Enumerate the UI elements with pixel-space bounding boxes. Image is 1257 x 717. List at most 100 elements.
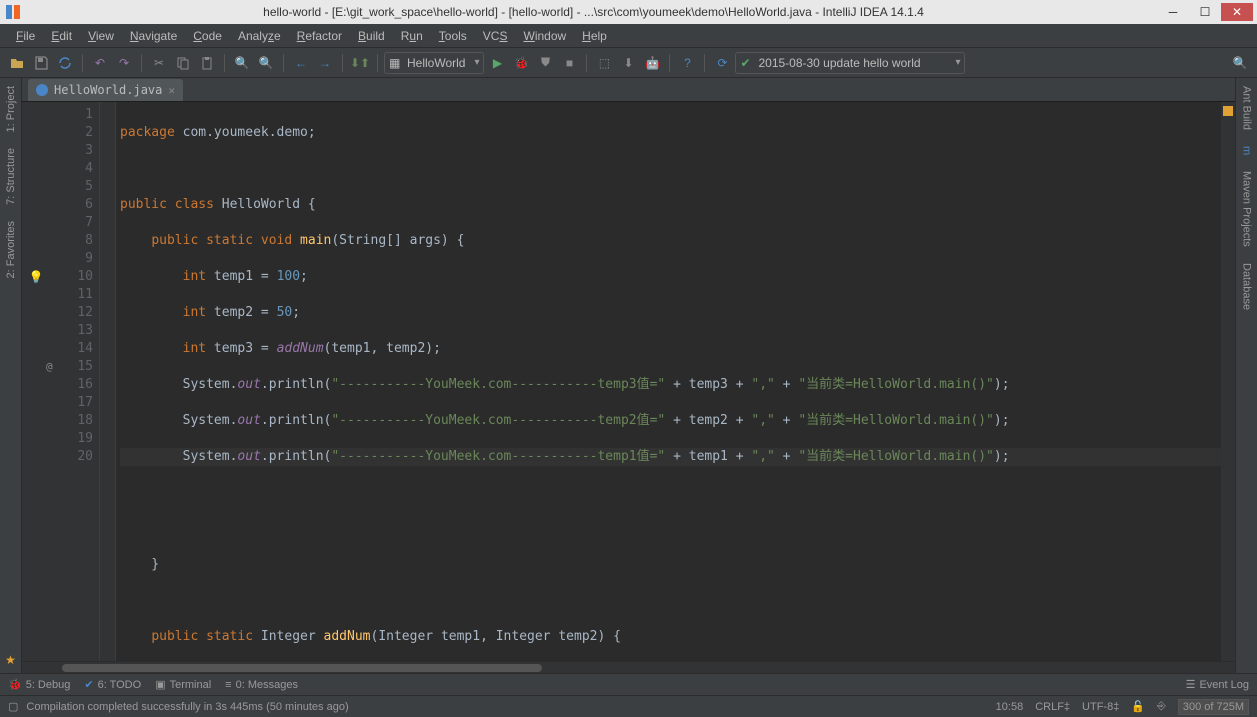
tool-todo[interactable]: ✔6: TODO	[84, 678, 141, 691]
menu-analyze[interactable]: Analyze	[230, 27, 289, 45]
stop-icon[interactable]: ■	[558, 52, 580, 74]
undo-icon[interactable]: ↶	[89, 52, 111, 74]
build-icon[interactable]: ⬇⬆	[349, 52, 371, 74]
line-number: 1	[50, 106, 93, 124]
run-config-icon: ▦	[389, 56, 400, 70]
open-icon[interactable]	[6, 52, 28, 74]
editor-tabs: HelloWorld.java ✕	[22, 78, 1235, 102]
intention-bulb-icon[interactable]: 💡	[22, 268, 50, 286]
line-number: 18	[50, 412, 93, 430]
tool-project[interactable]: 1: Project	[3, 78, 19, 140]
tool-terminal[interactable]: ▣Terminal	[155, 678, 211, 691]
code-editor[interactable]: package com.youmeek.demo; public class H…	[116, 102, 1221, 661]
menu-window[interactable]: Window	[515, 27, 574, 45]
tool-event-log[interactable]: ☰Event Log	[1186, 678, 1249, 691]
status-insert-icon[interactable]: ⎆	[1157, 700, 1166, 713]
replace-icon[interactable]: 🔍	[255, 52, 277, 74]
line-number: 10	[50, 268, 93, 286]
vcs-update-icon[interactable]: ⟳	[711, 52, 733, 74]
line-number: 4	[50, 160, 93, 178]
status-memory[interactable]: 300 of 725M	[1178, 699, 1249, 715]
minimize-button[interactable]: ─	[1157, 3, 1189, 21]
avd-icon[interactable]: ⬚	[593, 52, 615, 74]
menu-code[interactable]: Code	[185, 27, 230, 45]
separator	[377, 54, 378, 72]
menu-navigate[interactable]: Navigate	[122, 27, 185, 45]
right-tool-strip: Ant Build m Maven Projects Database	[1235, 78, 1257, 673]
android-icon[interactable]: 🤖	[641, 52, 663, 74]
editor-body: 💡 1 2 3 4 5 6 7 8 9 10 11 12 13 14 @15 1…	[22, 102, 1235, 661]
redo-icon[interactable]: ↷	[113, 52, 135, 74]
line-number: 11	[50, 286, 93, 304]
tool-favorites[interactable]: 2: Favorites	[3, 213, 19, 286]
line-number: 14	[50, 340, 93, 358]
line-number: 20	[50, 448, 93, 466]
copy-icon[interactable]	[172, 52, 194, 74]
status-lock-icon[interactable]: 🔓	[1131, 700, 1145, 713]
line-number: @15	[50, 358, 93, 376]
editor-tab[interactable]: HelloWorld.java ✕	[28, 79, 183, 101]
menu-edit[interactable]: Edit	[43, 27, 80, 45]
debug-icon[interactable]: 🐞	[510, 52, 532, 74]
line-gutter[interactable]: 1 2 3 4 5 6 7 8 9 10 11 12 13 14 @15 16 …	[50, 102, 100, 661]
menu-view[interactable]: View	[80, 27, 122, 45]
menu-tools[interactable]: Tools	[431, 27, 475, 45]
editor-region: HelloWorld.java ✕ 💡 1 2 3 4 5 6 7 8 9	[22, 78, 1235, 673]
status-bar: ▢ Compilation completed successfully in …	[0, 695, 1257, 717]
save-all-icon[interactable]	[30, 52, 52, 74]
error-stripe[interactable]	[1221, 102, 1235, 661]
line-number: 3	[50, 142, 93, 160]
help-icon[interactable]: ?	[676, 52, 698, 74]
tool-structure[interactable]: 7: Structure	[3, 140, 19, 213]
line-number: 13	[50, 322, 93, 340]
sdk-icon[interactable]: ⬇	[617, 52, 639, 74]
separator	[141, 54, 142, 72]
tool-database[interactable]: Database	[1239, 255, 1255, 318]
menu-build[interactable]: Build	[350, 27, 393, 45]
window-title: hello-world - [E:\git_work_space\hello-w…	[30, 5, 1157, 19]
run-icon[interactable]: ▶	[486, 52, 508, 74]
line-number: 17	[50, 394, 93, 412]
search-everywhere-icon[interactable]: 🔍	[1229, 52, 1251, 74]
coverage-icon[interactable]: ⛊	[534, 52, 556, 74]
menu-file[interactable]: File	[8, 27, 43, 45]
status-caret-position[interactable]: 10:58	[996, 701, 1024, 713]
menu-refactor[interactable]: Refactor	[289, 27, 350, 45]
back-icon[interactable]: ←	[290, 52, 312, 74]
run-config-combo[interactable]: ▦ HelloWorld	[384, 52, 484, 74]
tool-messages[interactable]: ≡0: Messages	[225, 679, 298, 691]
bottom-tool-strip: 🐞5: Debug ✔6: TODO ▣Terminal ≡0: Message…	[0, 673, 1257, 695]
menu-vcs[interactable]: VCS	[475, 27, 516, 45]
tool-maven[interactable]: m	[1239, 138, 1255, 163]
status-message: Compilation completed successfully in 3s…	[26, 701, 348, 713]
fold-column[interactable]	[100, 102, 116, 661]
status-tool-windows-icon[interactable]: ▢	[8, 700, 18, 713]
maximize-button[interactable]: ☐	[1189, 3, 1221, 21]
separator	[224, 54, 225, 72]
forward-icon[interactable]: →	[314, 52, 336, 74]
separator	[586, 54, 587, 72]
paste-icon[interactable]	[196, 52, 218, 74]
tab-filename: HelloWorld.java	[54, 83, 162, 97]
cut-icon[interactable]: ✂	[148, 52, 170, 74]
scrollbar-thumb[interactable]	[62, 664, 542, 672]
find-icon[interactable]: 🔍	[231, 52, 253, 74]
tool-debug[interactable]: 🐞5: Debug	[8, 678, 70, 691]
tool-maven-projects[interactable]: Maven Projects	[1239, 163, 1255, 255]
line-number: 12	[50, 304, 93, 322]
status-encoding[interactable]: UTF-8‡	[1082, 701, 1119, 713]
status-line-separator[interactable]: CRLF‡	[1035, 701, 1070, 713]
close-button[interactable]: ✕	[1221, 3, 1253, 21]
tab-close-icon[interactable]: ✕	[168, 84, 175, 97]
main-menu-bar: File Edit View Navigate Code Analyze Ref…	[0, 24, 1257, 48]
sync-icon[interactable]	[54, 52, 76, 74]
line-number: 9	[50, 250, 93, 268]
debug-icon: 🐞	[8, 678, 22, 691]
messages-icon: ≡	[225, 679, 231, 691]
horizontal-scrollbar[interactable]	[22, 661, 1235, 673]
vcs-commit-combo[interactable]: ✔ 2015-08-30 update hello world	[735, 52, 965, 74]
menu-run[interactable]: Run	[393, 27, 431, 45]
tool-ant-build[interactable]: Ant Build	[1239, 78, 1255, 138]
menu-help[interactable]: Help	[574, 27, 615, 45]
override-icon: @	[46, 358, 53, 376]
